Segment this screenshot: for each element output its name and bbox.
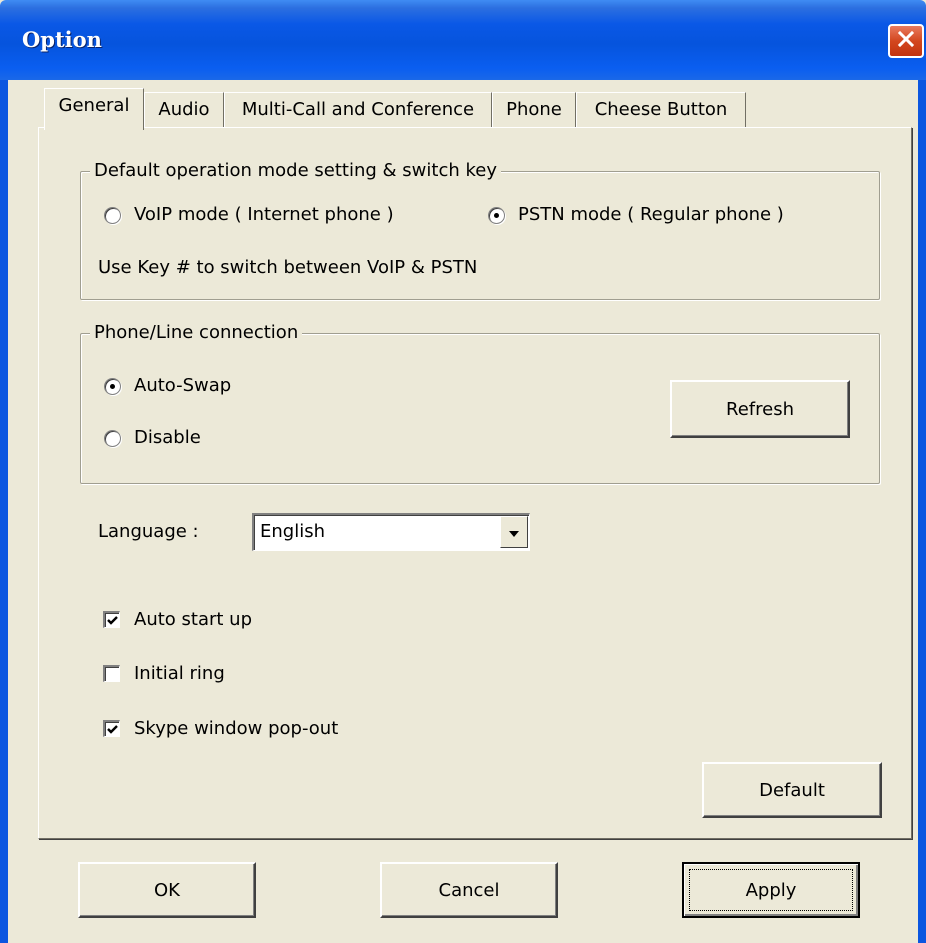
apply-button[interactable]: Apply (682, 862, 860, 918)
window-frame-left (0, 80, 8, 943)
initial-ring-checkbox[interactable] (103, 665, 120, 682)
refresh-button[interactable]: Refresh (670, 380, 850, 438)
window-frame-right (918, 80, 926, 943)
language-select-value: English (260, 521, 325, 542)
auto-swap-radio[interactable] (104, 378, 121, 395)
tab-general[interactable]: General (44, 88, 144, 130)
operation-mode-group (80, 171, 880, 300)
disable-label[interactable]: Disable (134, 427, 201, 448)
option-dialog: Option General Audio Multi-Call and Conf… (0, 0, 926, 943)
close-button[interactable] (888, 24, 924, 58)
language-dropdown-button[interactable] (500, 516, 528, 548)
default-button-label: Default (759, 779, 825, 801)
window-title: Option (22, 27, 102, 52)
tab-phone-label: Phone (506, 99, 562, 120)
ok-button[interactable]: OK (78, 862, 256, 918)
default-button[interactable]: Default (702, 762, 882, 818)
close-icon (897, 30, 915, 52)
tab-audio[interactable]: Audio (144, 92, 224, 128)
tab-general-label: General (58, 95, 130, 116)
title-bar[interactable]: Option (0, 0, 926, 80)
auto-start-checkbox[interactable] (103, 611, 120, 628)
tab-phone[interactable]: Phone (492, 92, 576, 128)
ok-button-label: OK (154, 879, 180, 901)
voip-mode-radio[interactable] (104, 207, 121, 224)
language-select[interactable]: English (252, 513, 530, 551)
pstn-mode-radio[interactable] (488, 207, 505, 224)
switch-key-hint: Use Key # to switch between VoIP & PSTN (98, 257, 478, 278)
cancel-button[interactable]: Cancel (380, 862, 558, 918)
cancel-button-label: Cancel (438, 879, 500, 901)
check-icon (107, 725, 118, 734)
refresh-button-label: Refresh (726, 398, 794, 420)
tab-audio-label: Audio (158, 99, 210, 120)
tab-cheese-button[interactable]: Cheese Button (576, 92, 746, 128)
skype-popout-label[interactable]: Skype window pop-out (134, 718, 338, 739)
tab-multi-call[interactable]: Multi-Call and Conference (224, 92, 492, 128)
apply-focus-ring (689, 869, 853, 911)
tab-multi-call-label: Multi-Call and Conference (241, 99, 475, 120)
tab-cheese-button-label: Cheese Button (594, 99, 728, 120)
voip-mode-label[interactable]: VoIP mode ( Internet phone ) (134, 204, 394, 225)
disable-radio[interactable] (104, 430, 121, 447)
pstn-mode-label[interactable]: PSTN mode ( Regular phone ) (518, 204, 784, 225)
phone-line-legend: Phone/Line connection (90, 322, 303, 343)
auto-swap-label[interactable]: Auto-Swap (134, 375, 231, 396)
check-icon (107, 616, 118, 625)
skype-popout-checkbox[interactable] (103, 720, 120, 737)
operation-mode-legend: Default operation mode setting & switch … (90, 160, 501, 181)
initial-ring-label[interactable]: Initial ring (134, 663, 225, 684)
chevron-down-icon (508, 523, 520, 542)
language-label: Language : (98, 521, 199, 542)
auto-start-label[interactable]: Auto start up (134, 609, 252, 630)
